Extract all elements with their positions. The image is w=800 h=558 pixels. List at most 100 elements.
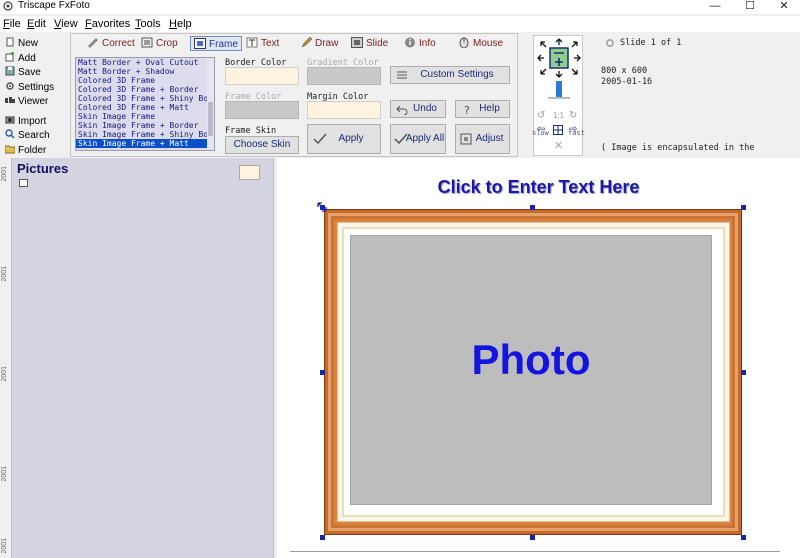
undo-icon [396,105,408,115]
frame-icon [194,38,206,49]
menu-help[interactable]: Help [166,17,195,31]
menu-edit[interactable]: Edit [24,17,49,31]
menu-favorites[interactable]: Favorites [82,17,133,31]
tab-crop-label: Crop [156,38,178,49]
slide-status-icon [606,39,614,47]
new-label: New [18,38,39,49]
tab-mouse[interactable]: Mouse [458,36,503,51]
apply-label: Apply [338,133,364,144]
frame-style-item[interactable]: Skin Image Frame + Shiny Bo [76,130,214,139]
frame-style-item[interactable]: Colored 3D Frame + Border [76,85,214,94]
folder-button[interactable]: Folder [5,144,65,157]
import-button[interactable]: Import [5,115,65,128]
new-button[interactable]: New [5,37,65,50]
minimize-button[interactable]: — [703,0,727,12]
resize-handle-bottom[interactable] [530,535,535,540]
tab-info-label: Info [419,38,436,49]
info-icon [405,37,415,48]
resize-handle-top-right[interactable] [741,205,746,210]
rotate-left-icon[interactable]: ↺ [537,110,545,121]
apply-all-icon [394,133,408,145]
close-x-icon[interactable]: ✕ [554,139,563,152]
horizontal-scroll-track[interactable] [290,551,780,552]
photo-placeholder[interactable]: Photo [350,235,712,505]
resize-handle-right[interactable] [741,370,746,375]
search-button[interactable]: Search [5,129,65,142]
tab-text-label: Text [261,38,280,49]
help-label: Help [479,103,500,114]
tab-text[interactable]: Text [246,36,279,51]
apply-all-button[interactable]: Apply All [390,124,446,154]
adjust-label: Adjust [475,133,504,144]
tab-correct[interactable]: Correct [87,36,135,51]
viewer-button[interactable]: Viewer [5,95,65,108]
tab-frame-label: Frame [209,39,238,50]
frame-style-list[interactable]: Matt Border + Oval Cutout Matt Border + S… [75,57,215,151]
menu-tools[interactable]: Tools [132,17,164,31]
frame-style-item[interactable]: Matt Border + Oval Cutout [76,58,214,67]
pictures-thumbnail-toggle[interactable] [239,165,260,180]
tab-draw[interactable]: Draw [300,36,338,51]
resize-handle-bottom-right[interactable] [741,535,746,540]
pictures-checkbox[interactable] [19,179,28,187]
ruler-label: 2001 [1,366,8,382]
frame-style-item[interactable]: Matt Border + Shadow [76,67,214,76]
add-icon [5,52,14,62]
frame-style-item[interactable]: Colored 3D Frame + Matt [76,103,214,112]
apply-button[interactable]: Apply [307,124,381,154]
custom-settings-button[interactable]: Custom Settings [390,66,510,84]
grid-icon[interactable] [553,125,563,135]
margin-color-swatch[interactable] [307,101,381,119]
tab-draw-label: Draw [315,38,339,49]
add-button[interactable]: Add [5,52,65,65]
resize-handle-bottom-left[interactable] [320,535,325,540]
tab-slide[interactable]: Slide [351,36,388,51]
list-scroll-thumb[interactable] [208,102,213,136]
save-button[interactable]: Save [5,66,65,79]
next-arrow-icon[interactable]: ⇨ [569,124,577,135]
status-panel: Slide 1 of 1 800 x 600 2005-01-16 ( Imag… [590,33,800,157]
checkmark-icon [313,133,327,145]
resize-handle-left[interactable] [320,370,325,375]
slide-icon [351,37,363,48]
tab-frame[interactable]: Frame [190,36,242,51]
settings-button[interactable]: Settings [5,81,65,94]
ruler-label: 2001 [1,266,8,282]
menu-view[interactable]: View [51,17,81,31]
border-color-swatch[interactable] [225,67,299,85]
folder-label: Folder [18,145,47,156]
undo-button[interactable]: Undo [390,100,446,118]
help-button[interactable]: ? Help [455,100,510,118]
pan-arrows-icon[interactable] [537,38,581,78]
svg-text:?: ? [464,104,470,115]
list-scrollbar[interactable] [207,58,214,150]
tab-info[interactable]: Info [404,36,436,51]
zoom-one-to-one[interactable]: 1:1 [553,111,564,120]
frame-style-item[interactable]: Skin Image Frame + Matt [76,139,214,148]
previous-arrow-icon[interactable]: ⇦ [537,124,545,135]
frame-style-item[interactable]: Skin Image Frame + Border [76,121,214,130]
undo-label: Undo [413,103,437,114]
close-button[interactable]: ✕ [772,0,796,12]
menu-bar: File Edit View Favorites Tools Help [0,16,800,32]
frame-style-item[interactable]: Skin Image Frame [76,112,214,121]
import-icon [5,116,15,124]
tab-crop[interactable]: Crop [141,36,178,51]
slide-counter: Slide 1 of 1 [620,38,682,48]
move-cursor-icon[interactable] [317,202,327,212]
choose-skin-button[interactable]: Choose Skin [225,136,299,154]
speed-slider[interactable] [556,81,562,97]
resize-handle-top[interactable] [530,205,535,210]
rotate-right-icon[interactable]: ↻ [569,110,577,121]
slide-text-placeholder[interactable]: Click to Enter Text Here [277,177,800,198]
slider-track [548,97,570,99]
folder-icon [5,145,15,154]
maximize-button[interactable]: ☐ [738,0,762,12]
frame-style-item[interactable]: Colored 3D Frame + Shiny Bo [76,94,214,103]
save-label: Save [18,67,41,78]
frame-style-item[interactable]: Colored 3D Frame [76,76,214,85]
adjust-button[interactable]: Adjust [455,124,510,154]
menu-file[interactable]: File [0,17,24,31]
custom-settings-label: Custom Settings [420,69,494,80]
frame-skin-label: Frame Skin [225,126,277,136]
